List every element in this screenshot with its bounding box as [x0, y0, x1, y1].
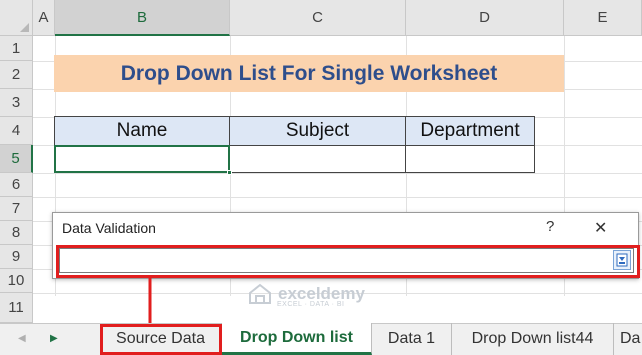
exceldemy-logo-icon — [249, 283, 271, 304]
sheet-tab-partial[interactable]: Da — [614, 323, 642, 355]
scroll-tabs-left-icon[interactable]: ◀ — [18, 333, 26, 344]
source-data-tab-highlight — [100, 324, 222, 355]
sheet-tab-drop-down-list[interactable]: Drop Down list — [222, 323, 372, 355]
watermark-tagline: EXCEL · DATA · BI — [277, 301, 345, 308]
scroll-tabs-right-icon[interactable]: ▶ — [50, 333, 58, 344]
exceldemy-watermark: exceldemy EXCEL · DATA · BI — [248, 283, 365, 308]
sheet-tab-data-1[interactable]: Data 1 — [372, 323, 452, 355]
sheet-tab-drop-down-list44[interactable]: Drop Down list44 — [452, 323, 614, 355]
